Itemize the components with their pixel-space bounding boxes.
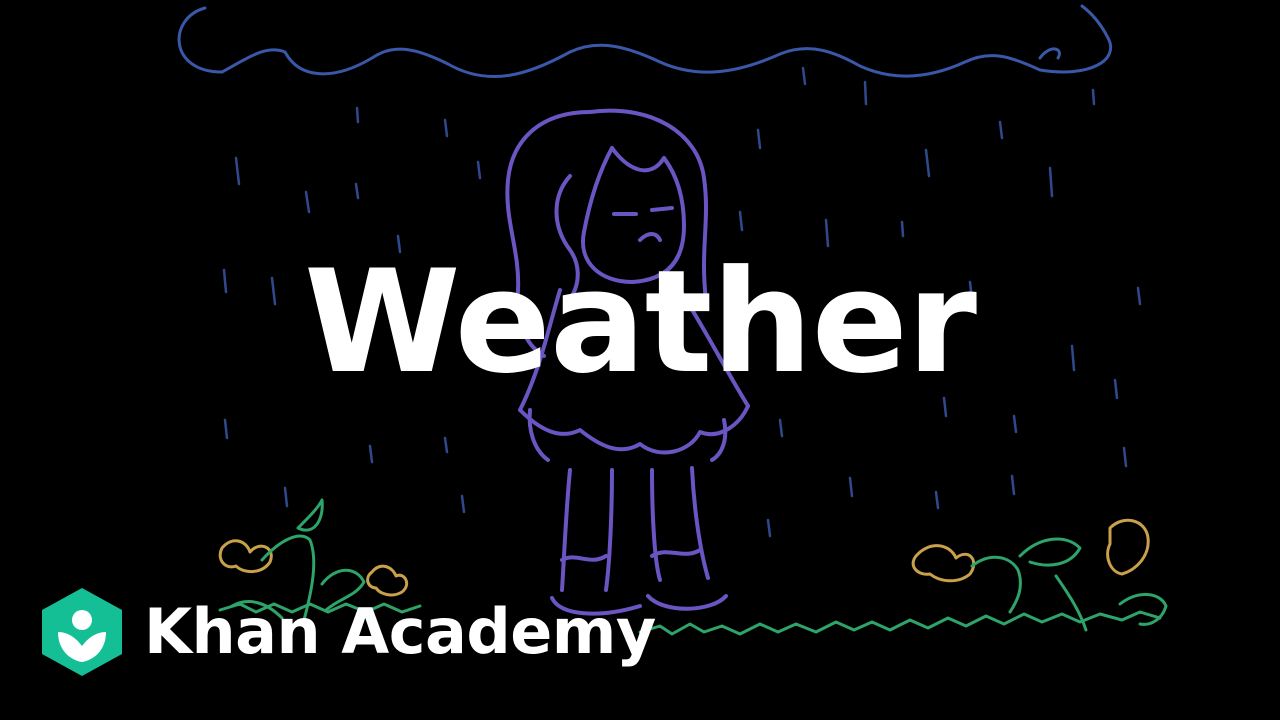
- khan-academy-logo-icon: [42, 588, 122, 676]
- video-title: Weather: [303, 240, 977, 405]
- cloud-curl: [1038, 47, 1061, 60]
- brand-watermark: Khan Academy: [40, 586, 656, 678]
- cloud-drawing: [177, 4, 1113, 78]
- brand-name: Khan Academy: [144, 595, 656, 668]
- video-thumbnail: Weather Khan Academy: [0, 0, 1280, 720]
